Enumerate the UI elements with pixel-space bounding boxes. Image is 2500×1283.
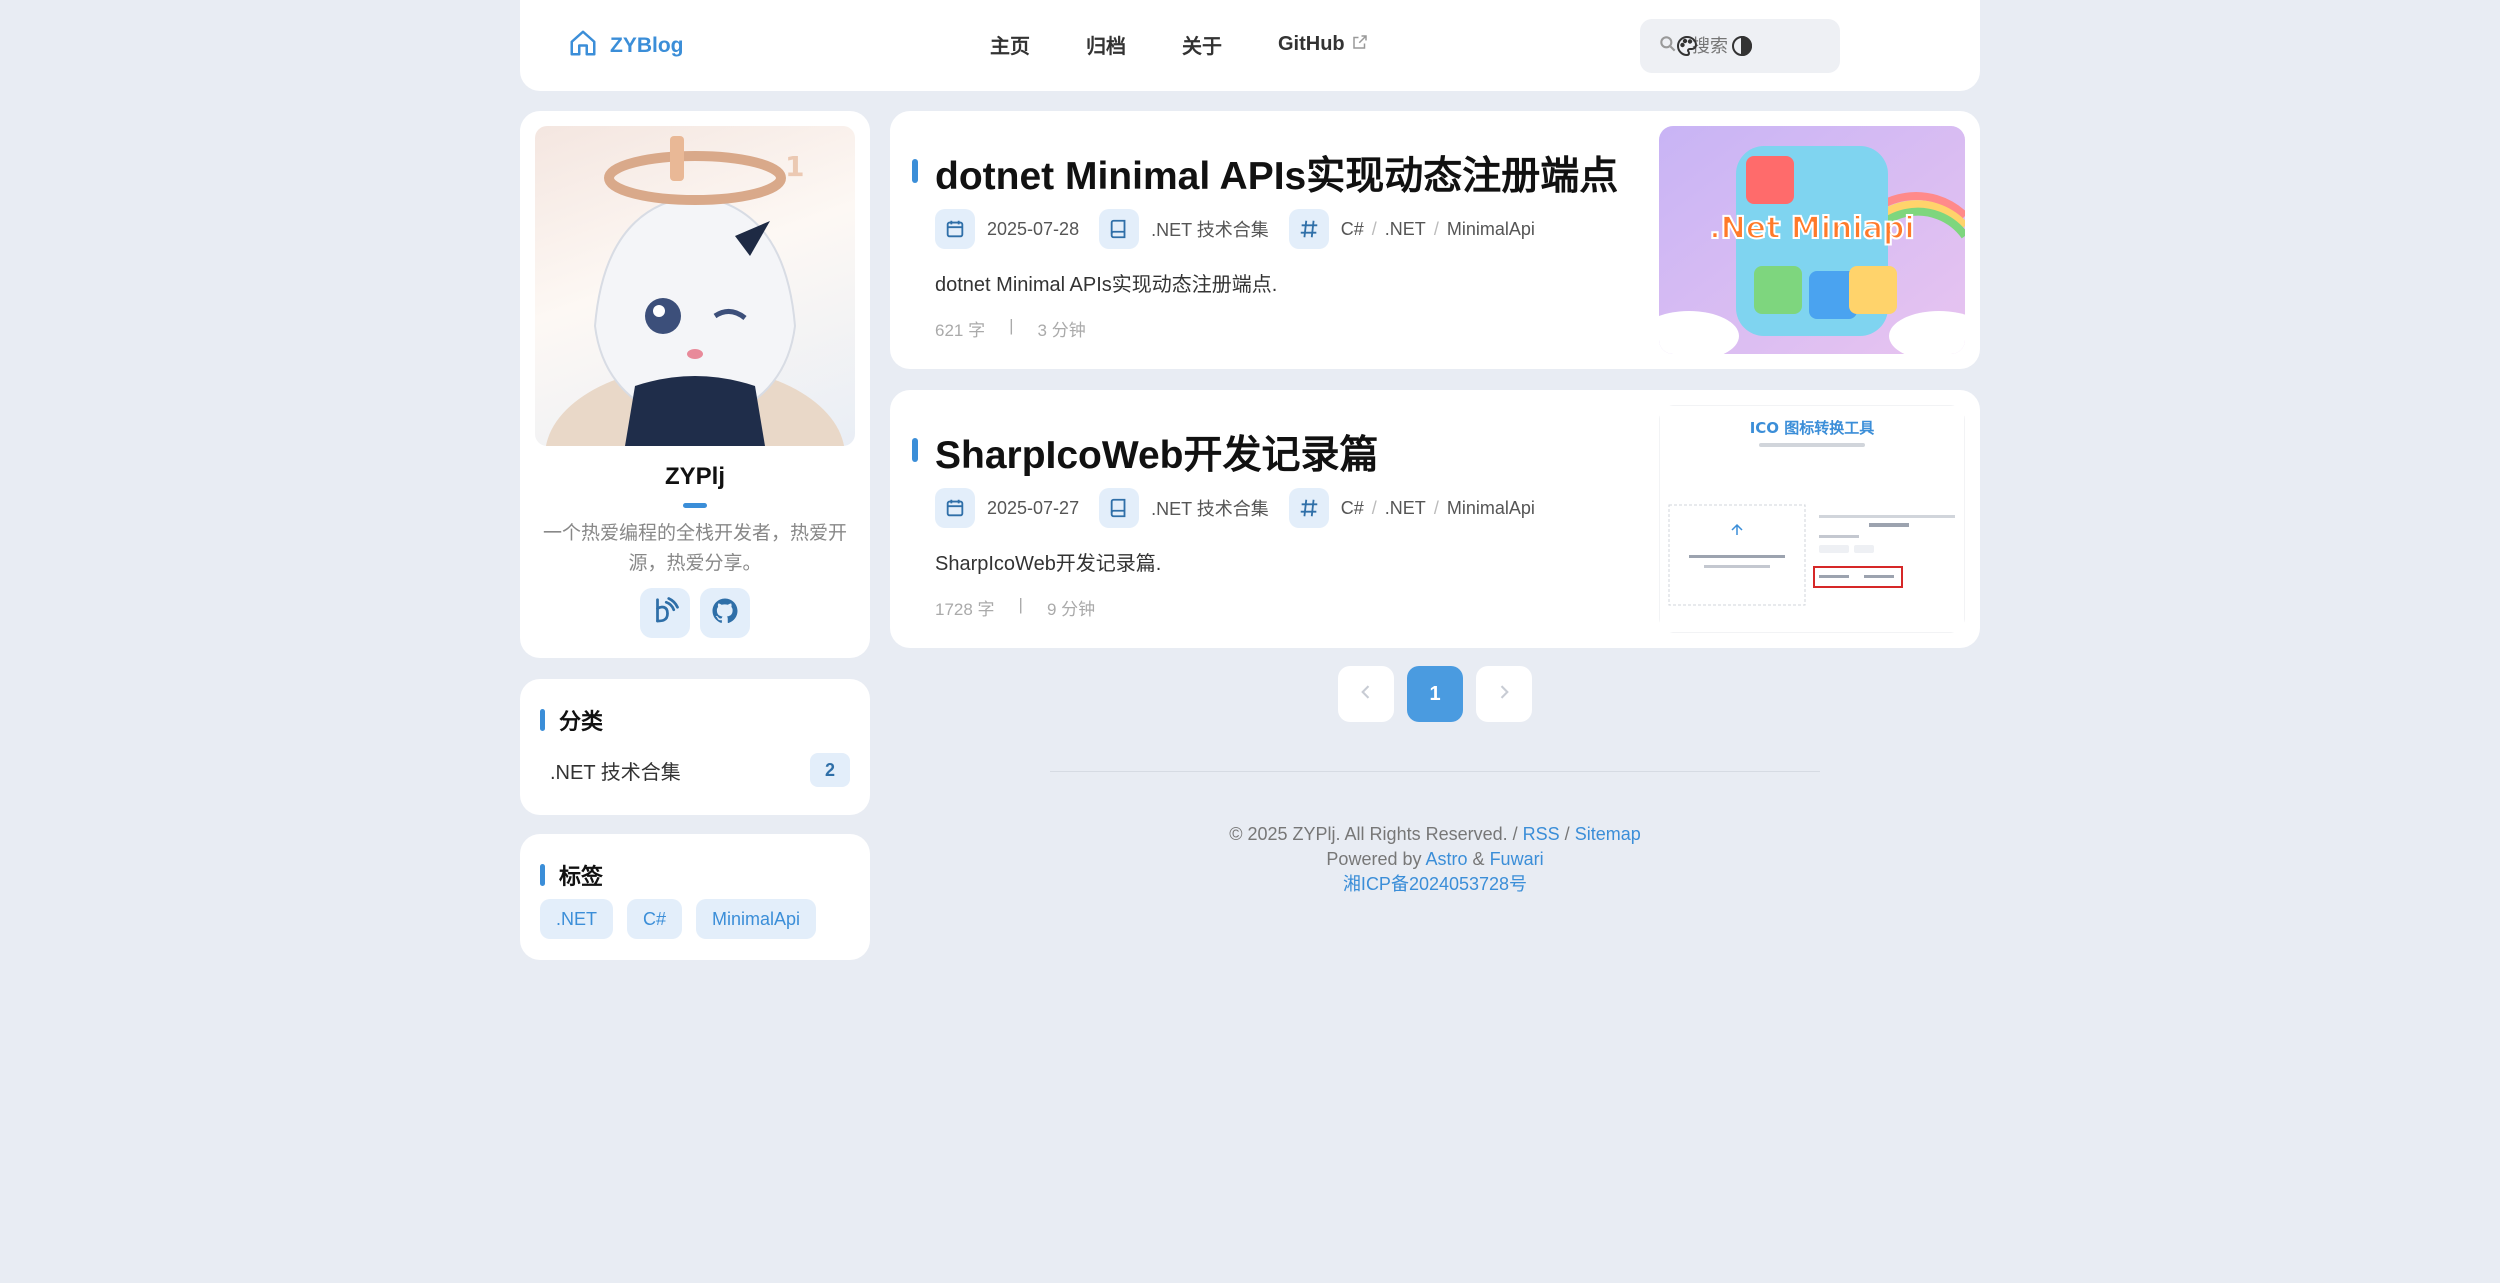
footer-divider: [1050, 771, 1820, 772]
post-card[interactable]: SharpIcoWeb开发记录篇 2025-07-27 .NET 技术合集 C#…: [890, 390, 1980, 648]
post-tags: C# / .NET / MinimalApi: [1288, 488, 1535, 528]
post-title[interactable]: SharpIcoWeb开发记录篇: [912, 424, 1379, 480]
astro-link[interactable]: Astro: [1426, 849, 1468, 869]
nav-link-github[interactable]: GitHub: [1278, 30, 1369, 59]
post-date: 2025-07-27: [935, 488, 1079, 528]
post-tag[interactable]: MinimalApi: [1447, 219, 1535, 240]
thumb-text: .Net Miniapi: [1709, 211, 1914, 246]
post-stats: 621 字 | 3 分钟: [935, 316, 1086, 341]
nav-links: 主页 归档 关于 GitHub: [990, 30, 1425, 59]
bilibili-icon: [650, 596, 680, 631]
footer-amp: &: [1472, 849, 1485, 869]
prev-page-button[interactable]: [1338, 666, 1394, 722]
post-read-time: 9 分钟: [1046, 600, 1096, 619]
category-label: .NET 技术合集: [550, 761, 681, 784]
github-icon: [710, 596, 740, 631]
tag-minimalapi[interactable]: MinimalApi: [696, 899, 817, 939]
post-tag[interactable]: C#: [1341, 498, 1364, 519]
post-read-time: 3 分钟: [1037, 321, 1086, 340]
brand-link[interactable]: ZYBlog: [568, 28, 684, 63]
profile-bio: 一个热爱编程的全栈开发者，热爱开源，热爱分享。: [542, 523, 847, 574]
calendar-icon: [935, 209, 975, 249]
post-tag[interactable]: MinimalApi: [1447, 498, 1535, 519]
post-card[interactable]: dotnet Minimal APIs实现动态注册端点 2025-07-28 .…: [890, 111, 1980, 369]
page-button-current[interactable]: 1: [1407, 666, 1463, 722]
chevron-left-icon: [1356, 682, 1376, 707]
post-tags: C# / .NET / MinimalApi: [1288, 209, 1535, 249]
github-link[interactable]: [700, 588, 750, 638]
stats-divider: |: [1018, 595, 1023, 614]
svg-text:1: 1: [785, 150, 804, 183]
nav-link-about[interactable]: 关于: [1182, 30, 1222, 59]
next-page-button[interactable]: [1476, 666, 1532, 722]
hash-icon: [1288, 209, 1329, 249]
post-meta: 2025-07-27 .NET 技术合集 C# / .NET / MinimalAp…: [935, 488, 1555, 528]
book-icon: [1099, 488, 1140, 528]
fuwari-link[interactable]: Fuwari: [1490, 849, 1544, 869]
tags-title: 标签: [540, 859, 603, 891]
thumb-title: ICO 图标转换工具: [1750, 419, 1875, 437]
stats-divider: |: [1009, 316, 1014, 335]
rss-link[interactable]: RSS: [1523, 824, 1560, 844]
post-tag[interactable]: .NET: [1385, 498, 1426, 519]
tag-separator: /: [1433, 218, 1439, 239]
post-stats: 1728 字 | 9 分钟: [935, 595, 1095, 620]
footer-powered-by: Powered by: [1326, 849, 1422, 869]
avatar: 1: [535, 126, 855, 446]
tag-separator: /: [1433, 497, 1439, 518]
post-word-count: 621 字: [935, 321, 986, 340]
chevron-right-icon: [1494, 682, 1514, 707]
home-icon: [568, 28, 598, 63]
categories-widget: 分类 .NET 技术合集 2: [520, 679, 870, 815]
tag-separator: /: [1371, 497, 1377, 518]
post-meta: 2025-07-28 .NET 技术合集 C# / .NET / MinimalAp…: [935, 209, 1555, 249]
calendar-icon: [935, 488, 975, 528]
category-item[interactable]: .NET 技术合集 2: [550, 753, 850, 787]
sitemap-link[interactable]: Sitemap: [1575, 824, 1641, 844]
brand-name: ZYBlog: [610, 33, 684, 57]
navbar: ZYBlog 主页 归档 关于 GitHub: [520, 0, 1980, 91]
nav-link-archive[interactable]: 归档: [1086, 30, 1126, 59]
post-category[interactable]: .NET 技术合集: [1099, 488, 1269, 528]
profile-name: ZYPlj: [664, 463, 725, 490]
footer-slash: /: [1564, 824, 1570, 844]
post-date-text: 2025-07-28: [987, 218, 1080, 239]
external-link-icon: [1351, 33, 1369, 57]
categories-title: 分类: [540, 704, 603, 736]
tag-dotnet[interactable]: .NET: [540, 899, 614, 939]
book-icon: [1099, 209, 1140, 249]
nav-link-github-label: GitHub: [1278, 33, 1345, 55]
footer-icp-line: 湘ICP备2024053728号: [890, 872, 1980, 897]
bilibili-link[interactable]: [640, 588, 690, 638]
name-underline: [683, 503, 707, 508]
post-description: dotnet Minimal APIs实现动态注册端点.: [935, 274, 1278, 296]
post-date: 2025-07-28: [935, 209, 1079, 249]
profile-card: 1 ZYPlj 一个热爱编程的全栈开发者，热爱开源，热爱分享。: [520, 111, 870, 658]
post-description: SharpIcoWeb开发记录篇.: [935, 553, 1162, 575]
post-category[interactable]: .NET 技术合集: [1099, 209, 1269, 249]
post-category-text: .NET 技术合集: [1151, 220, 1269, 240]
tags-widget: 标签 .NET C# MinimalApi: [520, 834, 870, 960]
nav-link-home[interactable]: 主页: [990, 30, 1030, 59]
post-category-text: .NET 技术合集: [1151, 499, 1269, 519]
tag-separator: /: [1371, 218, 1377, 239]
category-count: 2: [810, 753, 850, 787]
post-date-text: 2025-07-27: [987, 497, 1080, 518]
post-cover-image[interactable]: ICO 图标转换工具: [1659, 405, 1965, 633]
post-tag[interactable]: .NET: [1385, 219, 1426, 240]
theme-toggle-icon[interactable]: [1730, 34, 1754, 58]
post-tag[interactable]: C#: [1341, 219, 1364, 240]
footer-powered-line: Powered by Astro & Fuwari: [890, 847, 1980, 872]
hash-icon: [1288, 488, 1329, 528]
post-title[interactable]: dotnet Minimal APIs实现动态注册端点: [911, 145, 1618, 201]
tag-csharp[interactable]: C#: [627, 899, 683, 939]
post-cover-image[interactable]: .Net Miniapi: [1659, 126, 1965, 354]
icp-link[interactable]: 湘ICP备2024053728号: [1343, 874, 1527, 894]
footer-copyright-line: © 2025 ZYPlj. All Rights Reserved. / RSS…: [890, 822, 1980, 847]
tag-list: .NET C# MinimalApi: [540, 899, 817, 939]
post-word-count: 1728 字: [935, 600, 995, 619]
palette-icon[interactable]: [1675, 34, 1699, 58]
footer-copyright: © 2025 ZYPlj. All Rights Reserved. /: [1229, 824, 1518, 844]
